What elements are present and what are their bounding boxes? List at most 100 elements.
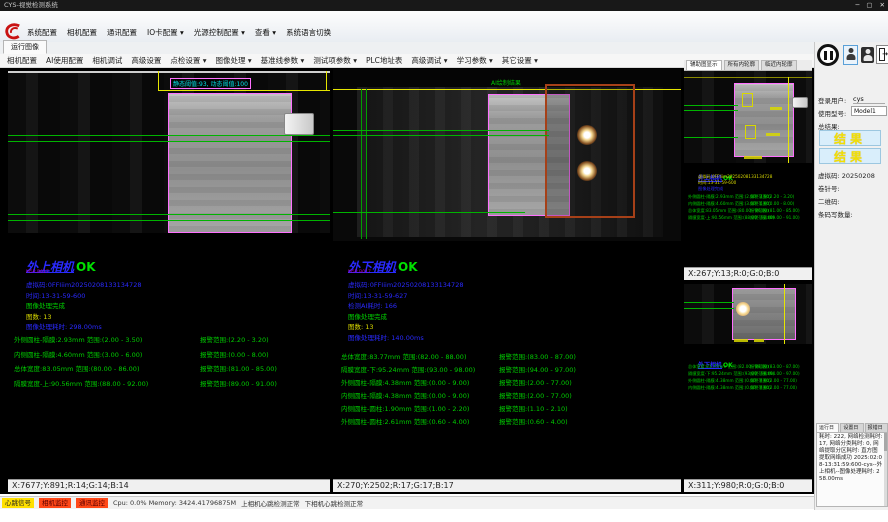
user-icon [844, 46, 857, 64]
menu-system-config[interactable]: 系统配置 [27, 27, 57, 38]
tab-near-contours[interactable]: 临近内轮廓 [761, 60, 797, 70]
weld-glow-spot [577, 161, 597, 181]
measurement-row: 总体宽度:83.05mm 范围:(80.00 - 86.00)报警范围:(81.… [14, 361, 277, 376]
tab-run-image[interactable]: 运行图像 [3, 40, 47, 54]
pause-button[interactable] [817, 44, 839, 66]
baseline-green [684, 105, 738, 106]
marker-yellow-line [684, 77, 812, 78]
time-line: 时间:13-31-59-600 [26, 291, 141, 302]
log-scrollbar[interactable] [884, 433, 887, 506]
menu-comm-config[interactable]: 通讯配置 [107, 27, 137, 38]
heartbeat-badge: 心跳信号 [2, 498, 34, 508]
annotation-mark [770, 107, 782, 110]
vertical-green-line [361, 89, 362, 239]
log-text[interactable]: 耗时: 222, 网络检测耗时: 17, 网络分类耗时: 0, 网络提取分区耗时… [816, 432, 888, 507]
baseline-green [333, 130, 549, 131]
aux-bottom-panel: 外下相机OK 总体宽度:83.77mm 范围:(82.00 - 88.00)报警… [684, 282, 812, 492]
time-line: 时间:13-31-59-627 [348, 291, 463, 302]
measurement-row: 总体宽度:83.77mm 范围:(82.00 - 88.00)报警范围:(83.… [688, 364, 800, 371]
center-camera-image[interactable]: AI绘制结果 [333, 69, 681, 241]
maximize-button[interactable]: ▢ [866, 0, 872, 11]
measurement-row: 隔膜宽度-下:95.24mm 范围:(93.00 - 98.00)报警范围:(9… [688, 371, 800, 378]
aux-top-pixel-coords: X:267;Y:13;R:0;G:0;B:0 [684, 267, 812, 280]
model-input[interactable]: Model1 [851, 106, 887, 116]
ok-status: OK [398, 260, 418, 274]
tool-other-settings[interactable]: 其它设置 ▾ [502, 55, 538, 66]
tool-spot-check[interactable]: 点检设置 ▾ [170, 55, 206, 66]
menu-io-config[interactable]: IO卡配置 ▾ [147, 27, 184, 38]
tool-learning-params[interactable]: 学习参数 ▾ [457, 55, 493, 66]
ok-status: OK [76, 260, 96, 274]
menu-light-config[interactable]: 光源控制配置 ▾ [194, 27, 245, 38]
connector-part [792, 97, 808, 108]
tool-camera-debug[interactable]: 相机调试 [92, 55, 122, 66]
comm-monitor-badge: 通讯监控 [76, 498, 108, 508]
lower-camera-heartbeat-status: 下相机心跳检测正常 [305, 498, 364, 508]
tool-test-params[interactable]: 测试项参数 ▾ [313, 55, 357, 66]
user-icon [861, 47, 874, 63]
aux-bottom-image[interactable] [684, 284, 812, 344]
tool-camera-config[interactable]: 相机配置 [7, 55, 37, 66]
virtual-code-field: 虚拟码: 20250208 [818, 170, 875, 180]
process-time-line: 图像处理耗时: 140.00ms [348, 333, 463, 344]
camera-monitor-badge: 相机监控 [39, 498, 71, 508]
tool-baseline-params[interactable]: 基准线参数 ▾ [261, 55, 305, 66]
result-box-2: 结果 [819, 148, 881, 164]
user-logout-button[interactable] [861, 47, 874, 63]
tool-ai-use-config[interactable]: AI使用配置 [46, 55, 83, 66]
tool-advanced-debug[interactable]: 高级调试 ▾ [411, 55, 447, 66]
measurement-rows: 总体宽度:83.77mm 范围:(82.00 - 88.00)报警范围:(83.… [688, 364, 800, 391]
tab-settings-log[interactable]: 设置日志 [840, 423, 863, 432]
tab-run-log[interactable]: 运行日志 [816, 423, 839, 432]
tool-image-processing[interactable]: 图像处理 ▾ [216, 55, 252, 66]
exit-arrow-icon: → [882, 50, 888, 59]
tab-all-contours[interactable]: 所有内轮廓 [724, 60, 760, 70]
menu-language-switch[interactable]: 系统语言切换 [286, 27, 331, 38]
menu-view[interactable]: 查看 ▾ [255, 27, 276, 38]
camera-info-block: 虚拟码:0FFIiim20250208133134728 时间:13-31-59… [26, 280, 141, 333]
left-camera-image[interactable]: 静态阈值:93, 动态阈值:100 [8, 71, 330, 233]
marker-yellow-box [742, 93, 753, 107]
exit-button[interactable]: → [876, 45, 888, 64]
baseline-green [684, 137, 738, 138]
measurement-row: 外侧圆柱-隔膜:4.38mm 范围:(0.00 - 9.00)报警范围:(2.0… [688, 378, 800, 385]
tab-error-log[interactable]: 报错日志 [865, 423, 888, 432]
app-window: CYS-视觉检测系统 ─ ▢ ✕ 系统配置 相机配置 通讯配置 IO卡配置 ▾ … [0, 0, 888, 522]
vertical-green-line [366, 89, 367, 239]
result-box-1: 结果 [819, 130, 881, 146]
image-count-line: 图数: 13 [348, 322, 463, 333]
tab-aux-display[interactable]: 辅助图显示 [686, 60, 722, 70]
left-camera-panel: 静态阈值:93, 动态阈值:100 外上相机OK M5R.B017 虚拟码:0F… [8, 68, 330, 492]
virtual-code-line: 虚拟码:0FFIiim20250208133134728 [348, 280, 463, 291]
tool-advanced-settings[interactable]: 高级设置 [131, 55, 161, 66]
roi-orange-box [545, 84, 635, 218]
camera-info-block: 虚拟码:0FFIiim20250208133134728 时间:13-31-59… [348, 280, 463, 343]
menubar: 系统配置 相机配置 通讯配置 IO卡配置 ▾ 光源控制配置 ▾ 查看 ▾ 系统语… [0, 11, 888, 43]
aux-top-image[interactable] [684, 71, 812, 163]
image-top-strip [8, 71, 330, 73]
baseline-green [8, 141, 330, 142]
annotation-mark [734, 339, 748, 342]
measurement-row: 隔膜宽度-上:90.56mm 范围:(88.00 - 92.00)报警范围:(8… [688, 214, 800, 221]
left-pixel-coords: X:7677;Y:891;R:14;G:14;B:14 [8, 479, 330, 492]
tool-plc-address[interactable]: PLC地址表 [366, 55, 402, 66]
baseline-green [333, 212, 525, 213]
aux-top-panel: 辅助图显示 所有内轮廓 临近内轮廓 外上相机OK 虚拟码:0FFIiim2025… [684, 60, 812, 280]
measurement-row: 外侧圆柱-圆柱:2.61mm 范围:(0.60 - 4.00)报警范围:(0.6… [341, 414, 576, 427]
ai-result-label: AI绘制结果 [491, 78, 521, 87]
login-user-value: cys [853, 95, 885, 104]
menu-camera-config[interactable]: 相机配置 [67, 27, 97, 38]
process-done-line: 图像处理完成 [26, 301, 141, 312]
cpu-memory-status: Cpu: 0.0% Memory: 3424.41796875M [113, 499, 236, 507]
app-logo-icon [4, 22, 23, 41]
annotation-mark [766, 133, 780, 136]
baseline-green [684, 302, 734, 303]
user-login-button[interactable] [843, 45, 858, 65]
minimize-button[interactable]: ─ [855, 0, 859, 11]
part-block [168, 93, 292, 233]
barcode-count-field: 条码写数量: [818, 209, 853, 219]
qrcode-field: 二维码: [818, 196, 840, 206]
marker-yellow-box [745, 125, 756, 139]
weld-glow-spot [577, 125, 597, 145]
close-button[interactable]: ✕ [880, 0, 885, 11]
